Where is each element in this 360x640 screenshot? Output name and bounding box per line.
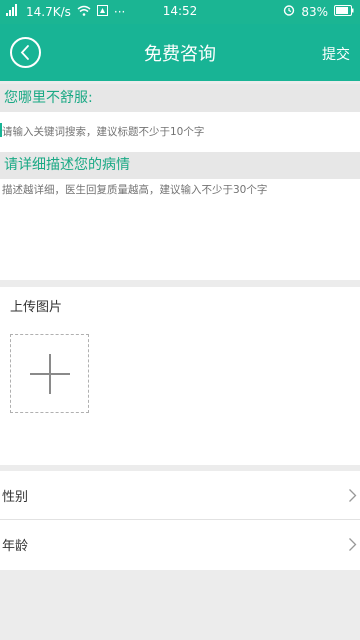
status-bar: 14.7K/s ··· 14:52 83%	[0, 0, 360, 24]
add-image-button[interactable]	[10, 334, 89, 413]
question-input[interactable]: 请输入关键词搜索，建议标题不少于10个字	[0, 112, 360, 152]
upload-title: 上传图片	[10, 300, 63, 315]
age-row[interactable]: 年龄	[0, 520, 360, 570]
status-right: 83%	[283, 4, 354, 19]
page-title: 免费咨询	[144, 44, 216, 65]
alarm-icon	[283, 4, 295, 19]
submit-button[interactable]: 提交	[322, 44, 350, 64]
app-header: 免费咨询 提交	[0, 24, 360, 81]
battery-icon	[334, 4, 354, 19]
question-label: 您哪里不舒服:	[0, 84, 360, 112]
question-placeholder: 请输入关键词搜索，建议标题不少于10个字	[2, 126, 205, 138]
gender-row[interactable]: 性别	[0, 471, 360, 520]
detail-textarea[interactable]: 描述越详细，医生回复质量越高，建议输入不少于30个字	[0, 179, 360, 280]
plus-icon	[30, 354, 70, 394]
chevron-right-icon	[349, 489, 357, 502]
age-label: 年龄	[2, 539, 29, 554]
detail-placeholder: 描述越详细，医生回复质量越高，建议输入不少于30个字	[2, 184, 268, 196]
gender-label: 性别	[2, 490, 29, 505]
chevron-right-icon	[349, 538, 357, 551]
detail-label: 请详细描述您的病情	[0, 152, 360, 179]
upload-section: 上传图片	[0, 287, 360, 465]
battery-level: 83%	[301, 4, 328, 19]
